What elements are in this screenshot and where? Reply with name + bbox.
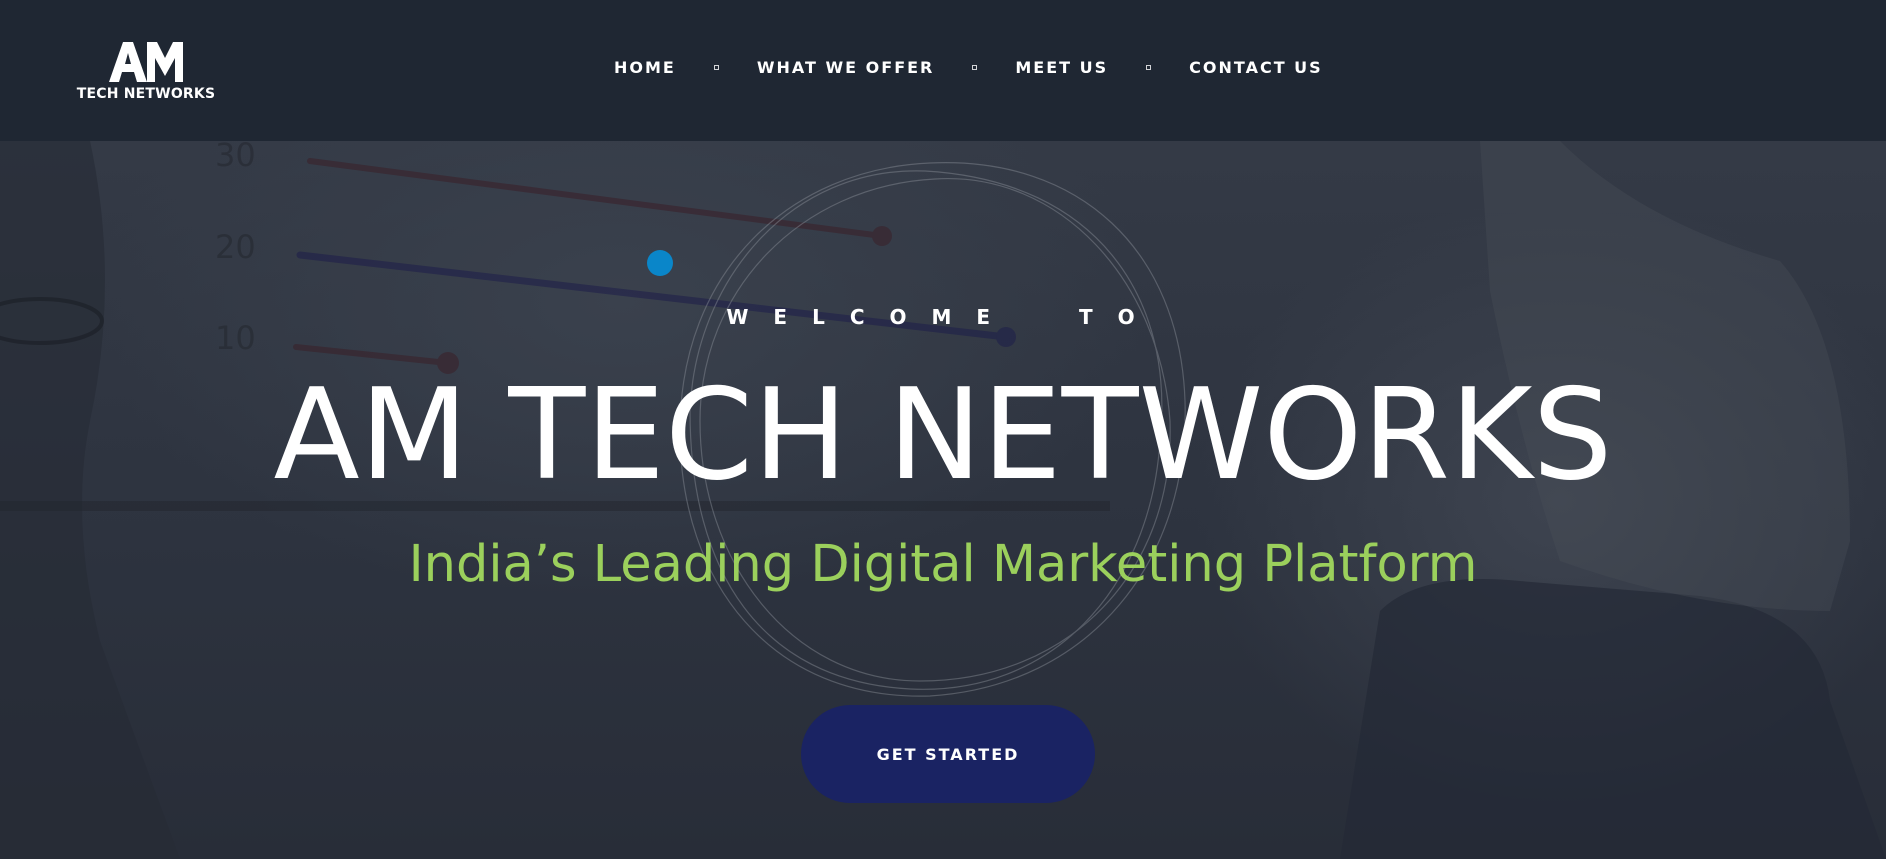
nav-separator — [1146, 64, 1152, 70]
nav-separator — [713, 64, 719, 70]
accent-dot — [647, 250, 673, 276]
get-started-button[interactable]: GET STARTED — [801, 705, 1095, 803]
background-chart-label: 30 — [215, 141, 256, 174]
nav-item-home[interactable]: HOME — [614, 58, 676, 77]
hero-subtitle: India’s Leading Digital Marketing Platfo… — [408, 535, 1478, 594]
nav-item-what-we-offer[interactable]: WHAT WE OFFER — [757, 58, 935, 77]
logo-mark-icon — [109, 42, 183, 82]
main-nav: HOME WHAT WE OFFER MEET US CONTACT US — [614, 56, 1323, 78]
hero-title: AM TECH NETWORKS — [273, 361, 1613, 508]
logo-text: TECH NETWORKS — [76, 86, 216, 102]
hero-section: 30 20 10 WELCOME TO AM TECH NETWORKS Ind… — [0, 141, 1886, 859]
nav-item-contact-us[interactable]: CONTACT US — [1189, 58, 1323, 77]
background-chart-label: 20 — [215, 228, 256, 266]
background-chart: 30 20 10 — [215, 141, 1016, 374]
nav-item-meet-us[interactable]: MEET US — [1015, 58, 1108, 77]
welcome-text: WELCOME TO — [726, 305, 1160, 329]
site-header: TECH NETWORKS HOME WHAT WE OFFER MEET US… — [0, 0, 1886, 141]
brand-logo[interactable]: TECH NETWORKS — [77, 38, 215, 104]
nav-separator — [972, 64, 978, 70]
